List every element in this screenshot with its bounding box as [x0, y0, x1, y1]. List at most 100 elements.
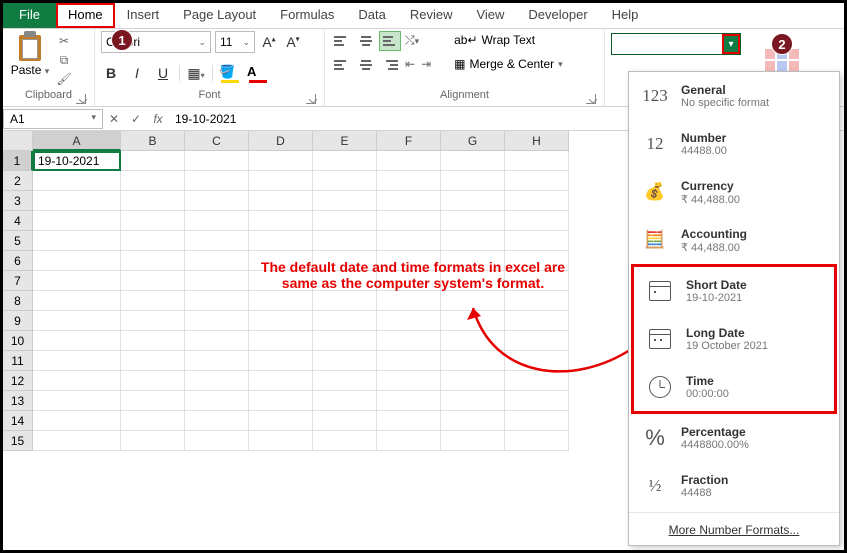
row-header-11[interactable]: 11: [3, 351, 33, 371]
cell[interactable]: [249, 351, 313, 371]
format-general[interactable]: 123 GeneralNo specific format: [629, 72, 839, 120]
cell[interactable]: [441, 431, 505, 451]
cell[interactable]: [505, 191, 569, 211]
cell[interactable]: [249, 231, 313, 251]
cell[interactable]: [313, 391, 377, 411]
tab-developer[interactable]: Developer: [516, 3, 599, 28]
cell[interactable]: [33, 391, 121, 411]
cell[interactable]: [33, 211, 121, 231]
row-header-5[interactable]: 5: [3, 231, 33, 251]
cell[interactable]: [377, 311, 441, 331]
cell[interactable]: [121, 391, 185, 411]
cell[interactable]: [505, 291, 569, 311]
cell[interactable]: [441, 251, 505, 271]
row-header-2[interactable]: 2: [3, 171, 33, 191]
border-button[interactable]: ▦▾: [186, 65, 206, 82]
cell[interactable]: [185, 191, 249, 211]
cell[interactable]: [313, 291, 377, 311]
cell[interactable]: [121, 151, 185, 171]
col-header-E[interactable]: E: [313, 131, 377, 151]
format-accounting[interactable]: 🧮 Accounting₹ 44,488.00: [629, 216, 839, 264]
font-size-select[interactable]: 11⌄: [215, 31, 255, 53]
align-top-button[interactable]: [331, 31, 353, 51]
cell[interactable]: [121, 351, 185, 371]
font-launcher[interactable]: [306, 94, 316, 104]
cell[interactable]: [249, 431, 313, 451]
format-painter-button[interactable]: 🖌: [55, 71, 73, 87]
tab-file[interactable]: File: [3, 3, 56, 28]
cell[interactable]: [121, 271, 185, 291]
cell[interactable]: [121, 331, 185, 351]
cell[interactable]: [33, 411, 121, 431]
col-header-A[interactable]: A: [33, 131, 121, 151]
cell[interactable]: [185, 351, 249, 371]
cell[interactable]: [185, 231, 249, 251]
cell[interactable]: [121, 311, 185, 331]
cell[interactable]: [249, 411, 313, 431]
cell[interactable]: [313, 331, 377, 351]
cell[interactable]: [313, 191, 377, 211]
cell[interactable]: [377, 351, 441, 371]
increase-indent-button[interactable]: ⇥: [419, 55, 433, 75]
tab-view[interactable]: View: [464, 3, 516, 28]
alignment-launcher[interactable]: [586, 94, 596, 104]
cell[interactable]: [185, 171, 249, 191]
cell[interactable]: [441, 231, 505, 251]
cell[interactable]: [33, 271, 121, 291]
row-header-9[interactable]: 9: [3, 311, 33, 331]
cell[interactable]: [441, 191, 505, 211]
cell[interactable]: [377, 291, 441, 311]
paste-button[interactable]: Paste ▾: [9, 31, 51, 77]
cell[interactable]: [121, 251, 185, 271]
cell[interactable]: [313, 411, 377, 431]
bold-button[interactable]: B: [101, 65, 121, 81]
cell[interactable]: [505, 231, 569, 251]
cell[interactable]: [249, 151, 313, 171]
cell[interactable]: [441, 211, 505, 231]
cell[interactable]: [249, 291, 313, 311]
cell[interactable]: [441, 371, 505, 391]
cell[interactable]: [505, 371, 569, 391]
cell[interactable]: [185, 311, 249, 331]
cell[interactable]: [33, 371, 121, 391]
cell[interactable]: [505, 271, 569, 291]
cell[interactable]: [33, 431, 121, 451]
format-number[interactable]: 12 Number44488.00: [629, 120, 839, 168]
more-number-formats[interactable]: More Number Formats...: [629, 515, 839, 541]
cell[interactable]: [33, 231, 121, 251]
cell[interactable]: [313, 311, 377, 331]
align-middle-button[interactable]: [355, 31, 377, 51]
cell[interactable]: [121, 371, 185, 391]
cell[interactable]: [313, 431, 377, 451]
cell[interactable]: [505, 251, 569, 271]
row-header-14[interactable]: 14: [3, 411, 33, 431]
col-header-F[interactable]: F: [377, 131, 441, 151]
format-currency[interactable]: 💰 Currency₹ 44,488.00: [629, 168, 839, 216]
align-right-button[interactable]: [379, 55, 401, 75]
format-time[interactable]: Time00:00:00: [634, 363, 834, 411]
orientation-button[interactable]: ⤭▾: [403, 31, 421, 51]
cell[interactable]: [121, 411, 185, 431]
cell[interactable]: [313, 151, 377, 171]
enter-formula-button[interactable]: ✓: [125, 112, 147, 126]
col-header-D[interactable]: D: [249, 131, 313, 151]
row-header-15[interactable]: 15: [3, 431, 33, 451]
row-header-12[interactable]: 12: [3, 371, 33, 391]
insert-function-button[interactable]: fx: [147, 112, 169, 126]
tab-insert[interactable]: Insert: [115, 3, 172, 28]
cell[interactable]: [505, 171, 569, 191]
cell[interactable]: [377, 211, 441, 231]
cell[interactable]: [441, 391, 505, 411]
number-format-select[interactable]: ▾: [611, 33, 741, 55]
cell[interactable]: [505, 311, 569, 331]
cell[interactable]: [313, 271, 377, 291]
cell[interactable]: [505, 391, 569, 411]
cell[interactable]: [377, 171, 441, 191]
cell[interactable]: [377, 391, 441, 411]
italic-button[interactable]: I: [127, 65, 147, 81]
col-header-G[interactable]: G: [441, 131, 505, 151]
cell[interactable]: [185, 331, 249, 351]
cell[interactable]: [313, 371, 377, 391]
cell[interactable]: [249, 251, 313, 271]
format-fraction[interactable]: ½ Fraction44488: [629, 462, 839, 510]
